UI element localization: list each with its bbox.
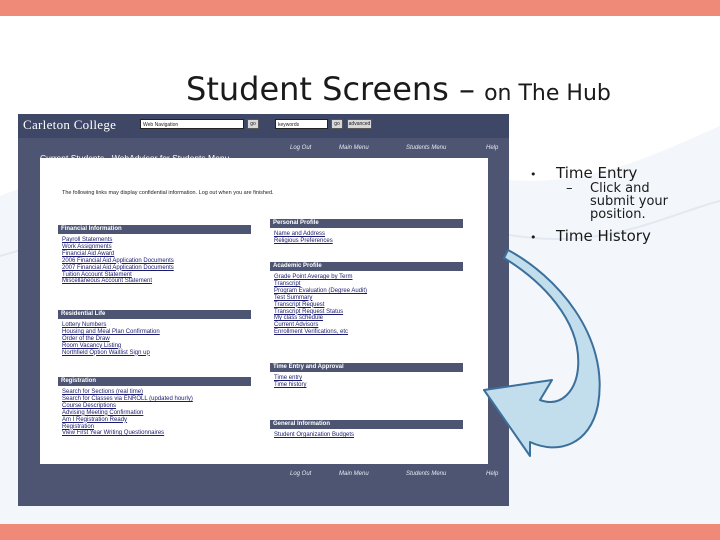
menu-link[interactable]: Grade Point Average by Term — [274, 274, 463, 281]
section-general-information: General Information Student Organization… — [270, 420, 463, 439]
page-heading: Current Students - WebAdvisor for Studen… — [40, 153, 230, 163]
menu-link[interactable]: Advising Meeting Confirmation — [62, 410, 251, 417]
time-history-link[interactable]: Time history — [274, 382, 463, 389]
menu-link[interactable]: Housing and Meal Plan Confirmation — [62, 329, 251, 336]
menu-link[interactable]: Search for Classes via ENROLL (updated h… — [62, 396, 251, 403]
bottom-accent-bar — [0, 524, 720, 540]
sub-bullet-text: Click and submit your position. — [590, 181, 668, 222]
slide-title: Student Screens – on The Hub — [186, 70, 611, 108]
top-accent-bar — [0, 0, 720, 16]
section-academic-profile: Academic Profile Grade Point Average by … — [270, 262, 463, 336]
navigation-select[interactable]: Web Navigation — [140, 119, 244, 129]
menu-link[interactable]: Transcript Request — [274, 302, 463, 309]
menu-link[interactable]: My class schedule — [274, 315, 463, 322]
menu-link[interactable]: Religious Preferences — [274, 238, 463, 245]
dash-icon: – — [566, 181, 573, 196]
navigation-go-button[interactable]: go — [247, 119, 259, 129]
menu-link[interactable]: Current Advisors — [274, 322, 463, 329]
section-header: Time Entry and Approval — [270, 363, 463, 372]
section-financial-information: Financial Information Payroll Statements… — [58, 225, 251, 285]
bottom-nav: Log Out Main Menu Students Menu Help — [18, 470, 509, 482]
menu-link[interactable]: Order of the Draw — [62, 336, 251, 343]
curved-arrow-icon — [483, 249, 601, 457]
carleton-logo[interactable]: Carleton College — [23, 117, 116, 133]
menu-link[interactable]: Course Descriptions — [62, 403, 251, 410]
confidential-notice: The following links may display confiden… — [62, 190, 274, 196]
hub-header: Carleton College Web Navigation go keywo… — [18, 114, 509, 138]
section-header: Personal Profile — [270, 219, 463, 228]
menu-link[interactable]: Financial Aid Award — [62, 251, 251, 258]
menu-content: Current Students - WebAdvisor for Studen… — [40, 153, 488, 464]
menu-link[interactable]: Transcript — [274, 281, 463, 288]
nav-help-link[interactable]: Help — [486, 145, 498, 151]
bullet-dot-icon: • — [530, 168, 537, 181]
menu-link[interactable]: Transcript Request Status — [274, 309, 463, 316]
section-residential-life: Residential Life Lottery Numbers Housing… — [58, 310, 251, 357]
menu-link[interactable]: View First Year Writing Questionnaires — [62, 430, 251, 437]
hub-screenshot: Carleton College Web Navigation go keywo… — [18, 114, 509, 506]
section-header: Residential Life — [58, 310, 251, 319]
menu-link[interactable]: Registration — [62, 424, 251, 431]
slide-title-suffix: on The Hub — [484, 81, 611, 106]
nav-students-menu-link[interactable]: Students Menu — [406, 471, 446, 477]
menu-link[interactable]: Student Organization Budgets — [274, 432, 463, 439]
sub-bullet: – Click and submit your position. — [566, 182, 676, 221]
section-personal-profile: Personal Profile Name and Address Religi… — [270, 219, 463, 245]
menu-link[interactable]: Lottery Numbers — [62, 322, 251, 329]
menu-link[interactable]: Work Assignments — [62, 244, 251, 251]
menu-link[interactable]: Search for Sections (real time) — [62, 389, 251, 396]
slide-title-main: Student Screens – — [186, 70, 475, 108]
menu-link[interactable]: 2007 Financial Aid Application Documents — [62, 265, 251, 272]
section-registration: Registration Search for Sections (real t… — [58, 377, 251, 437]
section-header: General Information — [270, 420, 463, 429]
menu-link[interactable]: 2006 Financial Aid Application Documents — [62, 258, 251, 265]
nav-main-menu-link[interactable]: Main Menu — [339, 145, 369, 151]
menu-link[interactable]: Payroll Statements — [62, 237, 251, 244]
menu-link[interactable]: Miscellaneous Account Statement — [62, 278, 251, 285]
nav-logout-link[interactable]: Log Out — [290, 145, 311, 151]
section-header: Academic Profile — [270, 262, 463, 271]
menu-link[interactable]: Tuition Account Statement — [62, 272, 251, 279]
menu-link[interactable]: Enrollment Verifications, etc — [274, 329, 463, 336]
bullet-time-entry: • Time Entry — [530, 164, 637, 182]
menu-link[interactable]: Test Summary — [274, 295, 463, 302]
menu-link[interactable]: Northfield Option Waitlist Sign up — [62, 350, 251, 357]
section-time-entry-approval: Time Entry and Approval Time entry Time … — [270, 363, 463, 389]
search-input[interactable]: keywords — [275, 119, 328, 129]
nav-logout-link[interactable]: Log Out — [290, 471, 311, 477]
search-go-button[interactable]: go — [331, 119, 343, 129]
advanced-search-button[interactable]: advanced — [347, 119, 372, 129]
menu-link[interactable]: Room Vacancy Listing — [62, 343, 251, 350]
nav-students-menu-link[interactable]: Students Menu — [406, 145, 446, 151]
menu-link[interactable]: Name and Address — [274, 231, 463, 238]
section-header: Financial Information — [58, 225, 251, 234]
nav-main-menu-link[interactable]: Main Menu — [339, 471, 369, 477]
menu-link[interactable]: Program Evaluation (Degree Audit) — [274, 288, 463, 295]
menu-link[interactable]: Am I Registration Ready — [62, 417, 251, 424]
section-header: Registration — [58, 377, 251, 386]
bullet-text: Time Entry — [556, 164, 638, 182]
time-entry-link[interactable]: Time entry — [274, 375, 463, 382]
